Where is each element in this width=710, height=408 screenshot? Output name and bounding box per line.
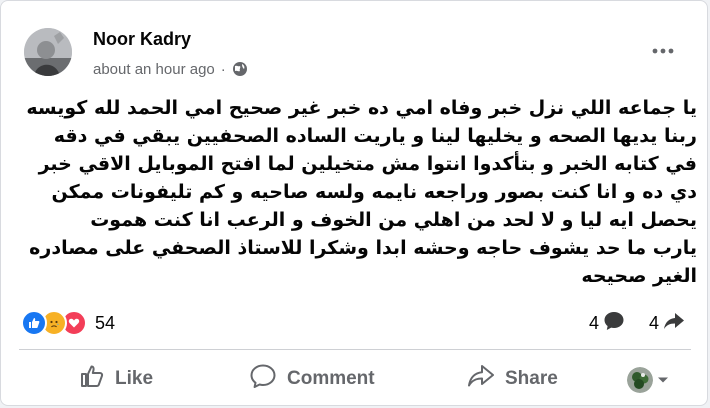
share-count: 4 [649,312,660,333]
post-paragraph: يارب ما حد يشوف حاجه وحشه ابدا وشكرا للا… [29,237,697,287]
share-label: Share [505,368,558,389]
like-button[interactable]: Like [79,361,153,397]
viewer-avatar [627,367,653,393]
author-name[interactable]: Noor Kadry [93,29,191,50]
share-count-stat[interactable]: 4 [649,311,685,335]
post-text: يا جماعه اللي نزل خبر وفاه امي ده خبر غي… [19,94,697,290]
comment-count-stat[interactable]: 4 [589,311,625,335]
post-paragraph: يا جماعه اللي نزل خبر وفاه امي ده خبر غي… [26,97,697,231]
post-card: Noor Kadry about an hour ago · يا جماعه … [0,0,708,406]
reaction-identity-selector[interactable] [627,367,669,393]
more-options-icon[interactable] [647,39,679,63]
like-thumb-icon [79,363,105,395]
actions-divider [19,349,691,350]
comment-bubble-icon [603,311,625,336]
comment-icon [249,363,277,395]
reaction-summary[interactable]: 54 [21,309,115,337]
globe-icon[interactable] [232,61,248,77]
comment-button[interactable]: Comment [249,361,375,397]
share-icon [467,363,495,395]
meta-separator: · [220,60,226,78]
share-button[interactable]: Share [467,361,558,397]
avatar-photo [24,28,72,76]
chevron-down-icon [657,371,669,389]
like-reaction-icon [21,310,47,336]
share-arrow-icon [663,311,685,336]
post-meta: about an hour ago · [93,59,248,79]
comment-count: 4 [589,312,600,333]
reaction-count[interactable]: 54 [95,313,115,334]
post-timestamp[interactable]: about an hour ago [93,61,215,78]
like-label: Like [115,368,154,389]
author-avatar[interactable] [24,28,72,76]
comment-label: Comment [287,368,375,389]
